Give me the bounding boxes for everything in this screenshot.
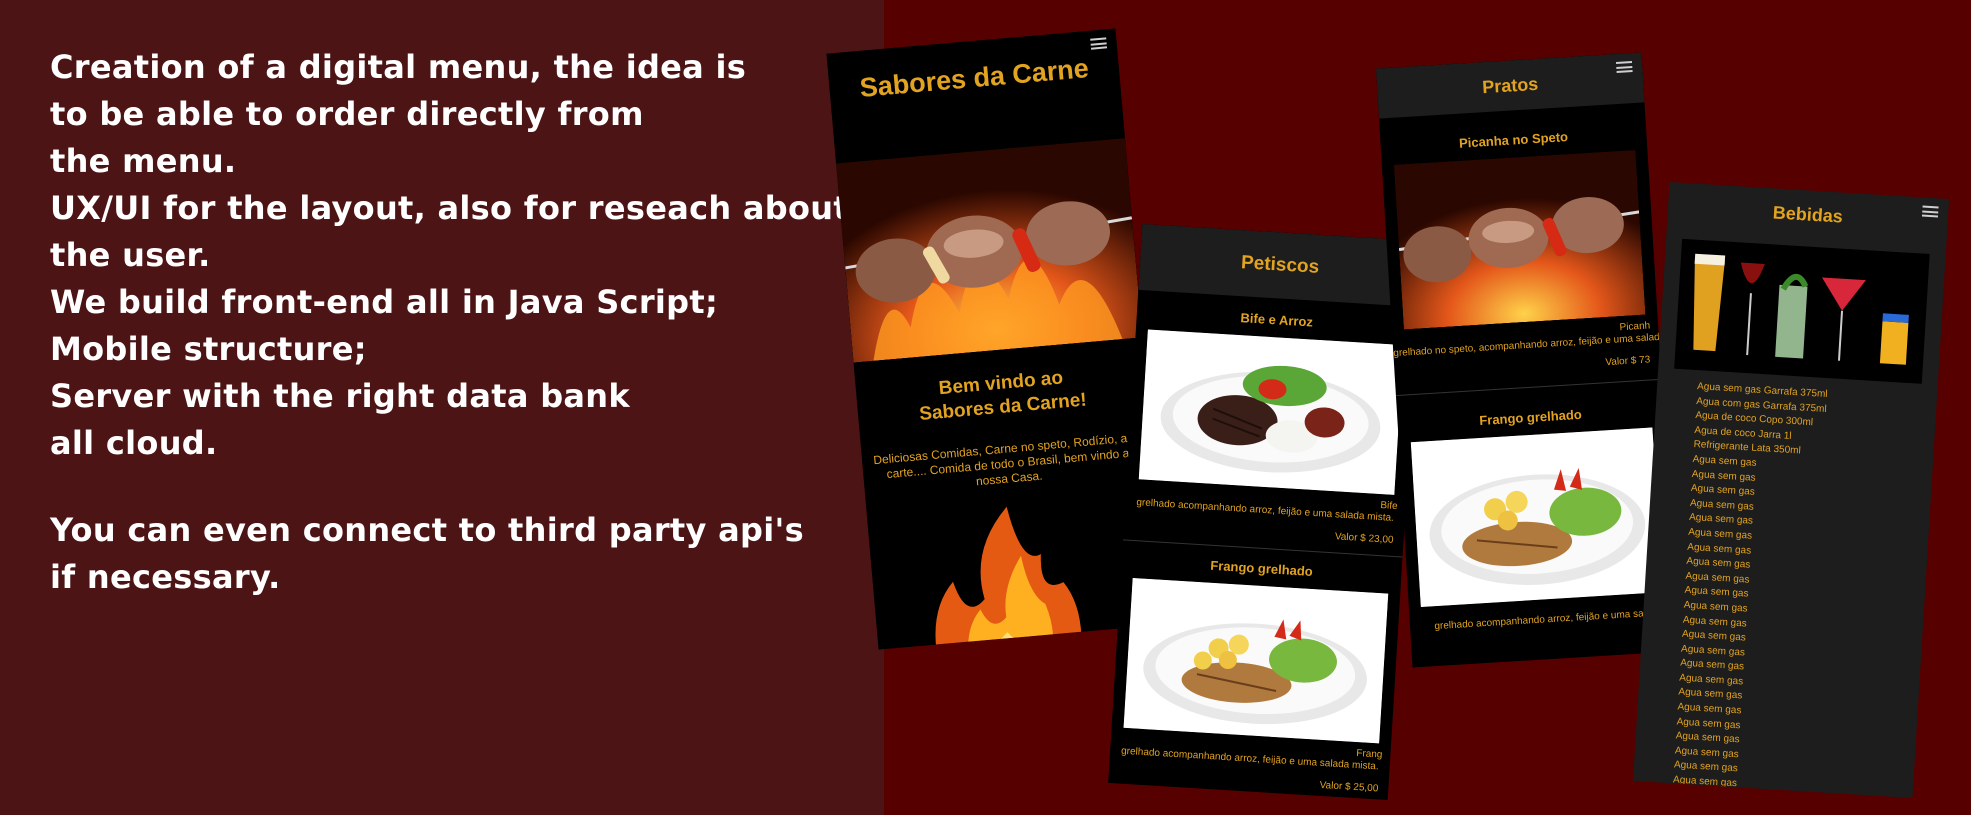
description-line: the menu. [50, 142, 237, 180]
menu-icon[interactable] [1921, 205, 1939, 218]
picanha-image[interactable] [1393, 149, 1646, 330]
description-line: Server with the right data bank [50, 377, 630, 415]
home-title: Sabores da Carne [858, 53, 1090, 103]
grilled-chicken-image[interactable] [1410, 427, 1663, 607]
description-panel: Creation of a digital menu, the idea is … [0, 0, 884, 815]
description-line: UX/UI for the layout, also for reseach a… [50, 189, 849, 227]
pratos-header: Pratos [1375, 52, 1645, 119]
menu-icon[interactable] [1615, 61, 1633, 73]
petiscos-header: Petiscos [1138, 223, 1422, 307]
menu-icon[interactable] [1090, 37, 1108, 50]
steak-rice-image[interactable] [1138, 329, 1404, 495]
description-line: if necessary. [50, 558, 281, 596]
description-line: the user. [50, 236, 211, 274]
drinks-image [1674, 238, 1930, 384]
description-line: Mobile structure; [50, 330, 367, 368]
petiscos-title: Petiscos [1240, 252, 1320, 278]
description-line: We build front-end all in Java Script; [50, 283, 719, 321]
drinks-list: Agua sem gas Garrafa 375ml Agua com gas … [1633, 368, 1938, 798]
bebidas-title: Bebidas [1772, 202, 1844, 227]
pratos-title: Pratos [1481, 73, 1539, 98]
bebidas-screen: Bebidas Agua sem gas Garrafa 375ml Agua … [1632, 182, 1950, 798]
description-line: Creation of a digital menu, the idea is [50, 48, 747, 86]
petiscos-screen: Petiscos Bife e Arroz Bife grelhado acom… [1108, 223, 1422, 801]
pratos-screen: Pratos Picanha no Speto Picanh grelhado … [1375, 52, 1679, 668]
welcome-heading: Bem vindo ao Sabores da Carne! [918, 367, 1088, 426]
description-line: You can even connect to third party api'… [50, 511, 804, 549]
bebidas-header: Bebidas [1666, 182, 1950, 248]
description-line: all cloud. [50, 424, 218, 462]
grilled-meat-image [836, 138, 1143, 363]
home-screen: Sabores da Carne Bem vindo ao Sabores da… [826, 28, 1168, 650]
grilled-chicken-image[interactable] [1123, 578, 1389, 744]
description-line: to be able to order directly from [50, 95, 644, 133]
